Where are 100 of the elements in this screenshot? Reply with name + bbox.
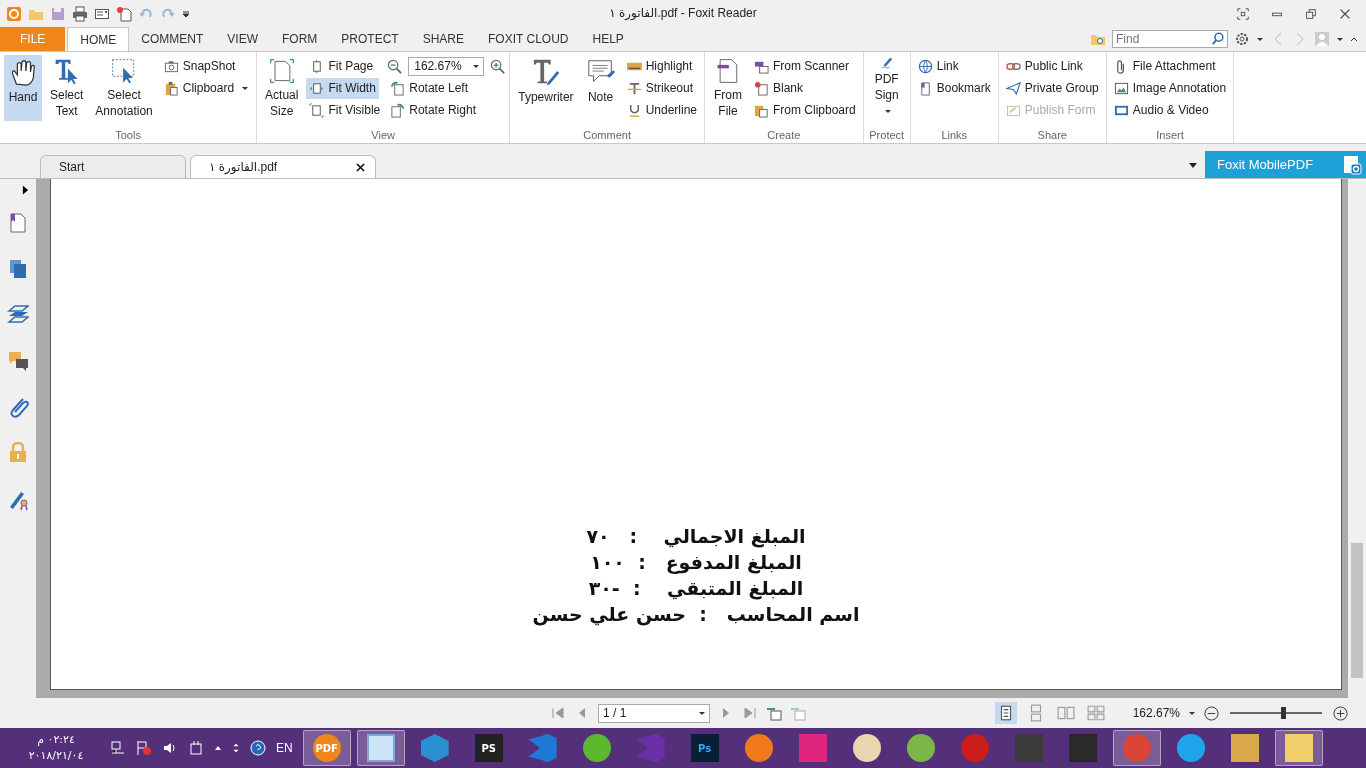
previous-view-icon[interactable]: [766, 705, 782, 721]
pages-icon[interactable]: [7, 257, 29, 281]
caret-icon: [698, 709, 706, 717]
ribbon-button[interactable]: Clipboard: [160, 77, 253, 99]
ribbon-tab[interactable]: PROTECT: [329, 27, 411, 51]
search-icon[interactable]: [1211, 32, 1225, 46]
ribbon-button[interactable]: Typewriter: [514, 55, 578, 121]
taskbar-button[interactable]: Ps: [680, 730, 729, 766]
ps-app-icon: PS: [474, 734, 503, 762]
ribbon-button[interactable]: Image Annotation: [1110, 77, 1230, 99]
ribbon-button[interactable]: Select Annotation: [91, 55, 157, 121]
zoom-out-icon[interactable]: [1204, 705, 1219, 721]
ps-app-icon: Ps: [690, 734, 719, 762]
group-label: Tools: [114, 128, 142, 143]
taskbar-button[interactable]: [1112, 730, 1161, 766]
caret-icon: [241, 84, 250, 92]
ribbon-button[interactable]: Highlight: [623, 55, 696, 77]
ribbon-button[interactable]: Fit Page: [306, 55, 377, 77]
language-indicator[interactable]: EN: [276, 741, 293, 755]
network-icon[interactable]: [110, 740, 126, 756]
app-logo-icon[interactable]: [6, 5, 22, 22]
group-label: Share: [1036, 128, 1068, 143]
caret-icon[interactable]: [1188, 709, 1196, 717]
zoom-in-icon[interactable]: [1333, 705, 1348, 721]
ribbon-button[interactable]: Audio & Video: [1110, 99, 1212, 121]
ribbon-button[interactable]: From Scanner: [751, 55, 853, 77]
zoom-level: 162.67%: [1132, 706, 1180, 720]
ribbon-button[interactable]: Public Link: [1002, 55, 1086, 77]
fullscreen-icon[interactable]: [1236, 6, 1250, 21]
updown-arrows-icon[interactable]: [232, 743, 240, 753]
printer-icon[interactable]: [72, 5, 88, 22]
find-field[interactable]: Find: [1112, 30, 1228, 48]
clipboard-icon: [163, 80, 179, 96]
comments-icon[interactable]: [7, 349, 29, 373]
zoom-dropdown[interactable]: 162.67%: [408, 56, 485, 76]
ribbon-tab[interactable]: SHARE: [410, 27, 477, 51]
ribbon-tab[interactable]: VIEW: [215, 27, 270, 51]
document-tab[interactable]: الفاتورة ١.pdf: [190, 155, 376, 178]
image-icon: [1113, 80, 1129, 96]
group-label: Protect: [868, 128, 906, 143]
ribbon-button[interactable]: Blank: [751, 77, 807, 99]
ribbon-button[interactable]: Select Text: [46, 55, 88, 121]
invoice-line: المبلغ المدفوع : ١٠٠: [590, 550, 802, 575]
caret-icon[interactable]: [1189, 160, 1197, 169]
ribbon-tab[interactable]: HOME: [67, 27, 130, 51]
ribbon-button[interactable]: Hand: [4, 55, 42, 121]
ribbon-button[interactable]: Bookmark: [914, 77, 994, 99]
page-number-field[interactable]: 1 / 1: [598, 703, 710, 723]
collapse-ribbon-icon[interactable]: [1350, 35, 1358, 43]
first-page-icon[interactable]: [550, 705, 566, 721]
slider-thumb[interactable]: [1281, 707, 1287, 719]
ribbon-button[interactable]: Note: [581, 55, 620, 121]
ribbon-button[interactable]: SnapShot: [160, 55, 239, 77]
ribbon-button[interactable]: File Attachment: [1110, 55, 1219, 77]
single-page-icon[interactable]: [994, 702, 1017, 724]
flag-error-icon[interactable]: [136, 740, 152, 756]
document-tab[interactable]: Start: [40, 155, 186, 178]
taskbar-button[interactable]: [356, 730, 405, 766]
caret-icon[interactable]: [1256, 35, 1264, 43]
taskbar-button[interactable]: PS: [464, 730, 513, 766]
speaker-icon[interactable]: [162, 740, 178, 756]
help-circle-icon[interactable]: [250, 740, 266, 756]
group-label: Create: [766, 128, 802, 143]
taskbar-button[interactable]: [1274, 730, 1323, 766]
ribbon-button[interactable]: From File: [709, 55, 747, 121]
ribbon-button[interactable]: Fit Visible: [306, 99, 384, 121]
hexagon-app-icon: [420, 734, 449, 762]
pdf-app-icon: PDF: [312, 734, 341, 762]
zoom-out-icon[interactable]: [387, 58, 403, 74]
fit-width-icon: [309, 80, 325, 96]
ribbon-button[interactable]: Private Group: [1002, 77, 1102, 99]
settings-icon[interactable]: [1234, 31, 1250, 47]
ribbon-button[interactable]: Rotate Left: [387, 77, 471, 99]
customize-caret-icon[interactable]: [182, 9, 190, 18]
ribbon-button[interactable]: Rotate Right: [387, 99, 479, 121]
ribbon-button[interactable]: Link: [914, 55, 962, 77]
bookmark-page-icon[interactable]: [7, 211, 29, 235]
new-page-icon[interactable]: [116, 5, 132, 22]
ribbon-button[interactable]: PDF Sign: [867, 55, 906, 121]
last-page-icon[interactable]: [742, 705, 758, 721]
ribbon-button[interactable]: From Clipboard: [751, 99, 859, 121]
ribbon-button[interactable]: Actual Size: [261, 55, 303, 121]
zoom-in-icon[interactable]: [490, 58, 506, 74]
ribbon-button[interactable]: Fit Width: [306, 77, 379, 99]
restore-icon[interactable]: [1304, 6, 1318, 21]
caret-icon[interactable]: [1336, 35, 1344, 43]
group-label: Comment: [582, 128, 632, 143]
expand-arrow-icon[interactable]: [21, 185, 29, 195]
ribbon-tab[interactable]: FORM: [270, 27, 330, 51]
ribbon-tab[interactable]: HELP: [580, 27, 636, 51]
taskbar-clock[interactable]: ٠٢:٢٤ م ٢٠١٨/٢١/٠٤: [0, 732, 106, 764]
invoice-line: المبلغ الاجمالي : ٧٠: [586, 524, 806, 549]
paper-plane-icon: [1005, 80, 1021, 96]
ribbon-button[interactable]: Underline: [623, 99, 700, 121]
ribbon-tab[interactable]: FOXIT CLOUD: [476, 27, 581, 51]
ribbon-button[interactable]: Strikeout: [623, 77, 696, 99]
rotate-right-icon: [390, 102, 406, 118]
close-icon[interactable]: [356, 162, 365, 172]
globe-icon: [917, 58, 933, 74]
ribbon-tab[interactable]: COMMENT: [129, 27, 216, 51]
